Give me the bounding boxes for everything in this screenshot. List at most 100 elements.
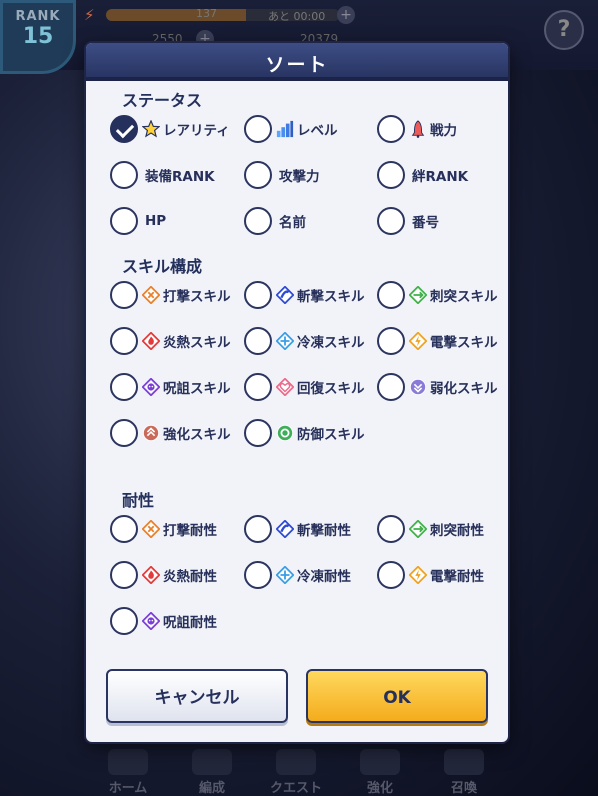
option-label: 強化スキル xyxy=(163,427,231,443)
stamina-fill xyxy=(106,9,247,21)
nav-home[interactable]: ホーム xyxy=(93,749,163,796)
status-option[interactable]: レアリティ xyxy=(110,113,230,145)
option-label: 絆RANK xyxy=(412,169,469,185)
skill-option[interactable]: 電撃スキル xyxy=(377,325,498,357)
nav-enhance[interactable]: 強化 xyxy=(345,749,415,796)
skill-option[interactable]: 防御スキル xyxy=(244,417,365,449)
section-status-title: ステータス xyxy=(122,91,203,110)
radio-unchecked[interactable] xyxy=(110,327,138,355)
option-label: 呪詛耐性 xyxy=(163,615,217,631)
radio-unchecked[interactable] xyxy=(110,607,138,635)
radio-unchecked[interactable] xyxy=(377,281,405,309)
radio-unchecked[interactable] xyxy=(244,515,272,543)
skill-option[interactable]: 呪詛スキル xyxy=(110,371,231,403)
radio-unchecked[interactable] xyxy=(244,281,272,309)
skill-option[interactable]: 打撃スキル xyxy=(110,279,231,311)
quest-icon xyxy=(276,749,316,775)
option-label: 電撃スキル xyxy=(430,335,498,351)
status-option[interactable]: HP xyxy=(110,205,166,237)
radio-unchecked[interactable] xyxy=(377,207,405,235)
radio-unchecked[interactable] xyxy=(110,561,138,589)
radio-unchecked[interactable] xyxy=(377,161,405,189)
option-label: 炎熱耐性 xyxy=(163,569,217,585)
resist-option[interactable]: 電撃耐性 xyxy=(377,559,484,591)
skill-option[interactable]: 斬撃スキル xyxy=(244,279,365,311)
nav-quest-label: クエスト xyxy=(269,781,322,796)
option-label: 打撃スキル xyxy=(163,289,231,305)
radio-unchecked[interactable] xyxy=(377,561,405,589)
status-option[interactable]: 絆RANK xyxy=(377,159,468,191)
radio-unchecked[interactable] xyxy=(244,373,272,401)
help-button[interactable]: ? xyxy=(544,10,584,50)
debuff-icon xyxy=(409,378,427,396)
resist-option[interactable]: 刺突耐性 xyxy=(377,513,484,545)
skill-option[interactable]: 刺突スキル xyxy=(377,279,498,311)
radio-unchecked[interactable] xyxy=(244,115,272,143)
resist-option[interactable]: 炎熱耐性 xyxy=(110,559,217,591)
radio-unchecked[interactable] xyxy=(110,281,138,309)
radio-unchecked[interactable] xyxy=(244,419,272,447)
ok-button[interactable]: OK xyxy=(306,669,488,723)
radio-unchecked[interactable] xyxy=(377,115,405,143)
fire-icon xyxy=(141,331,161,351)
option-label: 名前 xyxy=(279,215,306,231)
option-label: 斬撃スキル xyxy=(297,289,365,305)
option-label: レアリティ xyxy=(163,123,230,139)
skill-option[interactable]: 冷凍スキル xyxy=(244,325,365,357)
skill-option[interactable]: 強化スキル xyxy=(110,417,231,449)
option-label: 装備RANK xyxy=(145,169,215,185)
radio-unchecked[interactable] xyxy=(110,161,138,189)
status-option[interactable]: 攻撃力 xyxy=(244,159,320,191)
curse-icon xyxy=(141,377,161,397)
option-label: 番号 xyxy=(412,215,439,231)
resist-option[interactable]: 呪詛耐性 xyxy=(110,605,217,637)
option-label: 防御スキル xyxy=(297,427,365,443)
radio-unchecked[interactable] xyxy=(110,419,138,447)
skill-option[interactable]: 弱化スキル xyxy=(377,371,498,403)
radio-unchecked[interactable] xyxy=(377,373,405,401)
status-option[interactable]: 装備RANK xyxy=(110,159,215,191)
radio-unchecked[interactable] xyxy=(110,207,138,235)
radio-unchecked[interactable] xyxy=(244,161,272,189)
radio-unchecked[interactable] xyxy=(377,515,405,543)
radio-checked[interactable] xyxy=(110,115,138,143)
power-bell-icon xyxy=(409,120,427,138)
option-label: 攻撃力 xyxy=(279,169,320,185)
lightning-icon: ⚡ xyxy=(84,6,95,24)
radio-unchecked[interactable] xyxy=(110,515,138,543)
option-label: 電撃耐性 xyxy=(430,569,484,585)
nav-formation-label: 編成 xyxy=(198,781,225,796)
radio-unchecked[interactable] xyxy=(377,327,405,355)
nav-enhance-label: 強化 xyxy=(366,781,393,796)
cancel-button[interactable]: キャンセル xyxy=(106,669,288,723)
stamina-plus-button[interactable]: + xyxy=(337,6,355,24)
status-option[interactable]: 名前 xyxy=(244,205,306,237)
resist-option[interactable]: 冷凍耐性 xyxy=(244,559,351,591)
status-option[interactable]: レベル xyxy=(244,113,338,145)
stamina-value: 137 xyxy=(196,7,217,20)
option-label: 回復スキル xyxy=(297,381,365,397)
nav-summon[interactable]: 召喚 xyxy=(429,749,499,796)
radio-unchecked[interactable] xyxy=(110,373,138,401)
nav-quest[interactable]: クエスト xyxy=(261,749,331,796)
heal-icon xyxy=(275,377,295,397)
radio-unchecked[interactable] xyxy=(244,327,272,355)
ice-icon xyxy=(275,565,295,585)
option-label: 斬撃耐性 xyxy=(297,523,351,539)
formation-icon xyxy=(192,749,232,775)
radio-unchecked[interactable] xyxy=(244,207,272,235)
nav-formation[interactable]: 編成 xyxy=(177,749,247,796)
option-label: レベル xyxy=(297,123,338,139)
radio-unchecked[interactable] xyxy=(244,561,272,589)
level-bars-icon xyxy=(276,120,294,138)
resist-option[interactable]: 打撃耐性 xyxy=(110,513,217,545)
nav-summon-label: 召喚 xyxy=(450,781,477,796)
enhance-icon xyxy=(360,749,400,775)
status-option[interactable]: 戦力 xyxy=(377,113,457,145)
status-option[interactable]: 番号 xyxy=(377,205,439,237)
bottom-navigation: ホーム 編成 クエスト 強化 召喚 xyxy=(86,740,506,796)
dialog-header: ソート xyxy=(86,43,508,81)
skill-option[interactable]: 回復スキル xyxy=(244,371,365,403)
resist-option[interactable]: 斬撃耐性 xyxy=(244,513,351,545)
skill-option[interactable]: 炎熱スキル xyxy=(110,325,231,357)
